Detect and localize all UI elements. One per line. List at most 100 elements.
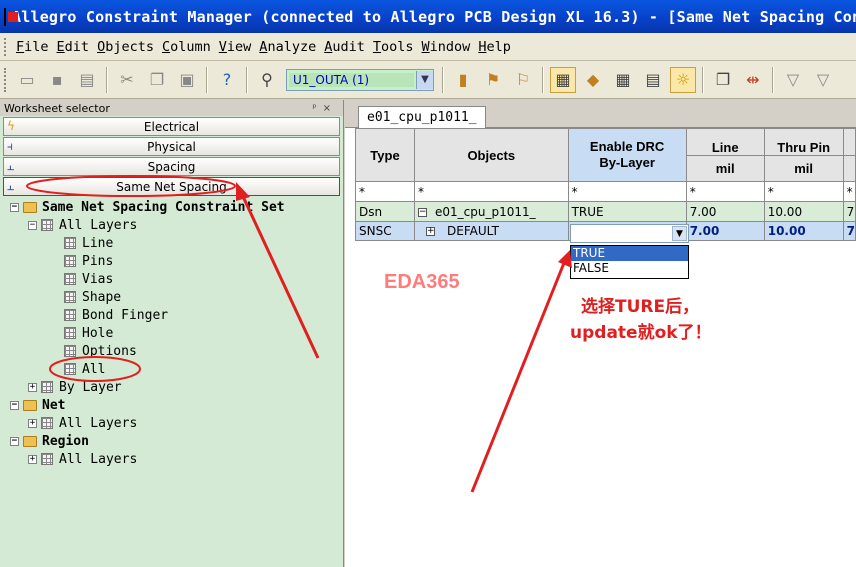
col-header-type[interactable]: Type: [355, 128, 415, 182]
cell-type[interactable]: Dsn: [355, 201, 415, 222]
cell-next[interactable]: 7: [842, 201, 856, 222]
filter-clear-icon[interactable]: ▽: [810, 67, 836, 93]
filter-icon[interactable]: ▽: [780, 67, 806, 93]
ws-bar-electrical[interactable]: ϟ Electrical: [3, 117, 340, 136]
menu-audit[interactable]: Audit: [320, 39, 369, 55]
design-select-icon[interactable]: ⚲: [254, 67, 280, 93]
menu-analyze[interactable]: Analyze: [255, 39, 320, 55]
copy-sheet-icon[interactable]: ❐: [710, 67, 736, 93]
expand-icon[interactable]: +: [28, 454, 37, 464]
filter-cell[interactable]: *: [567, 181, 687, 202]
expand-icon[interactable]: +: [28, 418, 37, 428]
col-header-thru-pin[interactable]: Thru Pin: [763, 128, 844, 156]
connect-icon[interactable]: ⇹: [740, 67, 766, 93]
collapse-icon[interactable]: −: [418, 207, 427, 217]
menu-tools[interactable]: Tools: [369, 39, 418, 55]
design-combo-value: U1_OUTA (1): [289, 72, 414, 87]
close-icon[interactable]: ×: [323, 103, 337, 114]
flag-icon[interactable]: ⚑: [480, 67, 506, 93]
chevron-down-icon[interactable]: ▼: [672, 226, 687, 241]
expand-icon[interactable]: +: [426, 227, 435, 236]
sun-icon[interactable]: ☼: [670, 66, 696, 93]
collapse-icon[interactable]: −: [10, 436, 19, 446]
cell-drc[interactable]: TRUE: [567, 201, 687, 222]
cell-type[interactable]: SNSC: [355, 221, 415, 241]
table-row[interactable]: Dsn − e01_cpu_p1011_ TRUE 7.00 10.00 7: [355, 201, 856, 222]
tag-icon[interactable]: ◆: [580, 67, 606, 93]
tree-node-region[interactable]: − Region: [10, 432, 89, 450]
worksheet-selector-pane: Worksheet selector ᵖ× ϟ Electrical ⫞ Phy…: [0, 100, 344, 567]
tree-node-by-layer[interactable]: + By Layer: [28, 378, 122, 396]
col-header-objects[interactable]: Objects: [414, 128, 569, 182]
menu-help[interactable]: Help: [474, 39, 515, 55]
ws-bar-same-net-spacing[interactable]: ⫠ Same Net Spacing: [3, 177, 340, 196]
filter-cell[interactable]: *: [842, 181, 856, 202]
copy-icon[interactable]: ❐: [144, 67, 170, 93]
filter-cell[interactable]: *: [763, 181, 844, 202]
cut-icon[interactable]: ✂: [114, 67, 140, 93]
tree-node-constraint-set[interactable]: − Same Net Spacing Constraint Set: [10, 198, 285, 216]
worksheet-icon: [64, 291, 76, 303]
toolbar-separator: [206, 66, 208, 93]
tree-node-all-layers[interactable]: − All Layers: [28, 216, 137, 234]
col-header-enable-drc[interactable]: Enable DRC By-Layer: [567, 128, 687, 182]
tree-node-net[interactable]: − Net: [10, 396, 65, 414]
filter-cell[interactable]: *: [414, 181, 569, 202]
worksheet-icon[interactable]: ▦: [550, 66, 576, 93]
cell-object[interactable]: − e01_cpu_p1011_: [414, 201, 569, 222]
paste-icon[interactable]: ▣: [174, 67, 200, 93]
worksheet-tab[interactable]: e01_cpu_p1011_: [358, 106, 486, 128]
chevron-down-icon[interactable]: ▼: [416, 70, 433, 89]
dropdown-option-false[interactable]: FALSE: [571, 261, 688, 276]
tree-node-pins[interactable]: Pins: [64, 252, 113, 270]
cell-next[interactable]: 7: [842, 221, 856, 241]
col-header-line[interactable]: Line: [685, 128, 765, 156]
cell-thru-pin[interactable]: 10.00: [763, 201, 844, 222]
menu-objects[interactable]: Objects: [93, 39, 158, 55]
cell-line[interactable]: 7.00: [685, 201, 765, 222]
drc-value-combo[interactable]: ▼: [570, 224, 689, 243]
annotation-note-line2: update就ok了！: [570, 323, 712, 343]
tree-node-shape[interactable]: Shape: [64, 288, 121, 306]
menu-window[interactable]: Window: [418, 39, 475, 55]
table-icon[interactable]: ▦: [610, 67, 636, 93]
collapse-icon[interactable]: −: [28, 220, 37, 230]
tree-node-line[interactable]: Line: [64, 234, 113, 252]
print-icon[interactable]: ▤: [74, 67, 100, 93]
cell-line[interactable]: 7.00: [685, 221, 765, 241]
help-icon[interactable]: ?: [214, 67, 240, 93]
ws-bar-spacing[interactable]: ⫠ Spacing: [3, 157, 340, 176]
flag-up-icon[interactable]: ⚐: [510, 67, 536, 93]
menu-column[interactable]: Column: [158, 39, 215, 55]
col-unit-next: [842, 155, 856, 182]
ws-bar-physical[interactable]: ⫞ Physical: [3, 137, 340, 156]
filter-cell[interactable]: *: [355, 181, 415, 202]
menu-edit[interactable]: Edit: [53, 39, 94, 55]
cell-thru-pin[interactable]: 10.00: [763, 221, 844, 241]
tree-node-hole[interactable]: Hole: [64, 324, 113, 342]
window-title: Allegro Constraint Manager (connected to…: [12, 7, 856, 26]
pin-icon[interactable]: ᵖ: [312, 103, 322, 114]
design-combo[interactable]: U1_OUTA (1) ▼: [286, 68, 434, 91]
edit-table-icon[interactable]: ▤: [640, 67, 666, 93]
col-header-next[interactable]: [842, 128, 856, 156]
dropdown-option-true[interactable]: TRUE: [571, 246, 688, 261]
ws-bar-label: Physical: [147, 139, 196, 154]
open-icon[interactable]: ▭: [14, 67, 40, 93]
tree-node-vias[interactable]: Vias: [64, 270, 113, 288]
menu-view[interactable]: View: [215, 39, 256, 55]
analyze-icon[interactable]: ▮: [450, 67, 476, 93]
cell-object[interactable]: + DEFAULT: [414, 221, 569, 241]
tree-node-bond-finger[interactable]: Bond Finger: [64, 306, 168, 324]
expand-icon[interactable]: +: [28, 382, 37, 392]
tree-node-net-all-layers[interactable]: + All Layers: [28, 414, 137, 432]
tree-node-options[interactable]: Options: [64, 342, 137, 360]
tree-node-region-all-layers[interactable]: + All Layers: [28, 450, 137, 468]
collapse-icon[interactable]: −: [10, 400, 19, 410]
filter-cell[interactable]: *: [685, 181, 765, 202]
collapse-icon[interactable]: −: [10, 202, 19, 212]
toolbar-separator: [442, 66, 444, 93]
menu-file[interactable]: File: [12, 39, 53, 55]
tree-node-all[interactable]: All: [64, 360, 105, 378]
save-icon[interactable]: ▪: [44, 67, 70, 93]
